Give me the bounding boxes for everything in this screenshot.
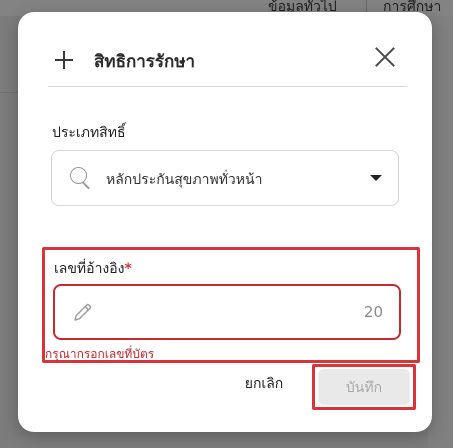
- rights-type-value: หลักประกันสุขภาพทั่วหน้า: [106, 172, 263, 188]
- error-message: กรุณากรอกเลขที่บัตร: [45, 347, 155, 361]
- save-button-highlight: บันทึก: [312, 364, 416, 410]
- rights-type-select[interactable]: หลักประกันสุขภาพทั่วหน้า: [51, 150, 399, 206]
- save-button[interactable]: บันทึก: [318, 369, 410, 405]
- reference-number-label: เลขที่อ้างอิง*: [54, 258, 132, 280]
- required-marker: *: [124, 261, 132, 277]
- search-icon: [70, 167, 92, 190]
- dialog-title: สิทธิการรักษา: [94, 52, 196, 72]
- rights-type-label: ประเภทสิทธิ์: [52, 125, 126, 141]
- caret-down-icon[interactable]: [370, 175, 382, 181]
- reference-number-section: เลขที่อ้างอิง* 20 กรุณากรอกเลขที่บัตร: [42, 247, 420, 363]
- character-count: 20: [363, 303, 383, 321]
- plus-icon: [54, 50, 74, 70]
- reference-number-input[interactable]: 20: [53, 284, 401, 340]
- cancel-button[interactable]: ยกเลิก: [238, 372, 290, 396]
- header-divider: [48, 86, 407, 87]
- dialog-header: สิทธิการรักษา: [18, 12, 432, 86]
- close-icon[interactable]: [374, 46, 396, 68]
- pencil-icon: [71, 300, 95, 324]
- reference-number-label-text: เลขที่อ้างอิง: [54, 261, 125, 277]
- treatment-rights-dialog: สิทธิการรักษา ประเภทสิทธิ์ หลักประกันสุข…: [18, 12, 432, 432]
